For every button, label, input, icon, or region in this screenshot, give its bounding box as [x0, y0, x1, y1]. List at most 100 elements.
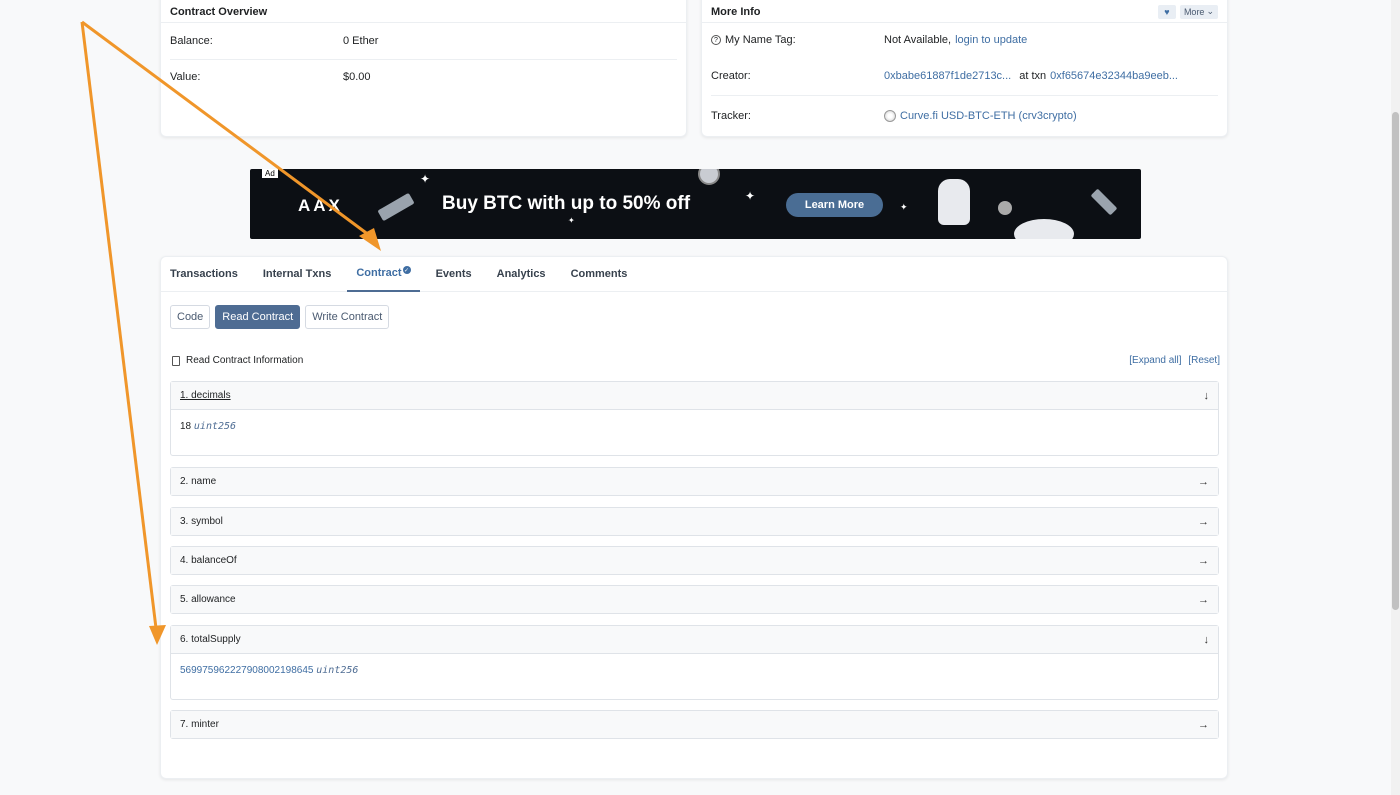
star-icon: ✦ — [745, 189, 756, 203]
tab-analytics[interactable]: Analytics — [497, 268, 546, 280]
result-value: 18 — [180, 421, 192, 432]
annotation-arrow-line — [80, 21, 158, 629]
read-contract-title-wrap: Read Contract Information — [172, 355, 303, 366]
accordion-header[interactable]: 6. totalSupply ↓ — [171, 626, 1218, 653]
accordion-header[interactable]: 2. name → — [171, 468, 1218, 495]
balance-row: Balance: 0 Ether — [161, 23, 686, 59]
value-row: Value: $0.00 — [161, 60, 686, 94]
reset-link[interactable]: [Reset] — [1188, 355, 1220, 366]
creator-label: Creator: — [711, 70, 751, 82]
read-item-balanceof: 4. balanceOf → — [170, 546, 1219, 575]
planet-icon — [1014, 219, 1074, 239]
scrollbar-thumb[interactable] — [1392, 112, 1399, 610]
star-icon: ✦ — [900, 202, 908, 212]
more-info-title: More Info — [711, 5, 761, 18]
result-type: uint256 — [316, 665, 359, 676]
accordion-label: 3. symbol — [180, 516, 223, 527]
accordion-header[interactable]: 3. symbol → — [171, 508, 1218, 535]
accordion-header[interactable]: 5. allowance → — [171, 586, 1218, 613]
tracker-row: Tracker: Curve.fi USD-BTC-ETH (crv3crypt… — [702, 96, 1227, 136]
tracker-link[interactable]: Curve.fi USD-BTC-ETH (crv3crypto) — [900, 110, 1077, 122]
ad-badge: Ad — [262, 169, 278, 178]
name-tag-row: ? My Name Tag: Not Available, login to u… — [702, 23, 1227, 57]
accordion-label: 6. totalSupply — [180, 634, 241, 645]
creator-address-link[interactable]: 0xbabe61887f1de2713c... — [884, 70, 1011, 82]
creator-at-label: at txn — [1019, 70, 1047, 82]
accordion-header[interactable]: 1. decimals ↓ — [171, 382, 1218, 409]
name-tag-label: My Name Tag: — [725, 34, 796, 46]
moon-icon — [998, 201, 1012, 215]
contract-overview-card: Contract Overview Balance: 0 Ether Value… — [160, 0, 687, 137]
star-icon: ✦ — [420, 172, 431, 186]
chevron-down-icon: ⌄ — [1206, 6, 1214, 16]
accordion-body: 569975962227908002198645 uint256 — [171, 653, 1218, 687]
read-contract-header: Read Contract Information [Expand all] [… — [172, 355, 1220, 366]
subtab-code[interactable]: Code — [170, 305, 211, 329]
ad-headline: Buy BTC with up to 50% off — [442, 193, 691, 214]
accordion-body: 18 uint256 — [171, 409, 1218, 443]
document-icon — [172, 355, 180, 366]
arrow-right-icon: → — [1198, 554, 1209, 567]
arrow-right-icon: → — [1198, 593, 1209, 606]
tab-comments[interactable]: Comments — [571, 268, 628, 280]
read-item-allowance: 5. allowance → — [170, 585, 1219, 614]
accordion-header[interactable]: 7. minter → — [171, 711, 1218, 738]
more-info-card: More Info ♥ More ⌄ ? My Name Tag: Not Av… — [701, 0, 1228, 137]
ad-learn-more-button[interactable]: Learn More — [786, 193, 883, 217]
subtab-write-contract[interactable]: Write Contract — [305, 305, 390, 329]
more-dropdown-button[interactable]: More ⌄ — [1179, 4, 1218, 19]
creator-row: Creator: 0xbabe61887f1de2713c... at txn … — [702, 57, 1227, 95]
tab-contract-label: Contract — [356, 267, 402, 279]
subtab-read-contract[interactable]: Read Contract — [215, 305, 301, 329]
tab-contract[interactable]: Contract ✓ — [347, 257, 420, 292]
name-tag-label-wrap: ? My Name Tag: — [711, 34, 884, 46]
more-label: More — [1183, 6, 1205, 17]
more-info-header: More Info ♥ More ⌄ — [702, 0, 1227, 23]
satellite-icon — [377, 192, 415, 222]
page-scrollbar[interactable] — [1391, 0, 1400, 795]
coin-icon — [698, 169, 720, 185]
read-item-minter: 7. minter → — [170, 710, 1219, 739]
accordion-label: 5. allowance — [180, 594, 236, 605]
accordion-label: 2. name — [180, 476, 217, 487]
arrow-right-icon: → — [1198, 475, 1209, 488]
tracker-label: Tracker: — [711, 110, 751, 122]
value-value: $0.00 — [343, 71, 371, 83]
read-item-symbol: 3. symbol → — [170, 507, 1219, 536]
read-contract-title: Read Contract Information — [186, 355, 304, 366]
read-item-name: 2. name → — [170, 467, 1219, 496]
login-link[interactable]: login to update — [955, 34, 1027, 46]
accordion-label: 7. minter — [180, 719, 219, 730]
tab-transactions[interactable]: Transactions — [170, 268, 238, 280]
tab-events[interactable]: Events — [436, 268, 472, 280]
creator-txn-link[interactable]: 0xf65674e32344ba9eeb... — [1050, 70, 1178, 82]
arrow-right-icon: → — [1198, 718, 1209, 731]
ad-banner[interactable]: Ad AAX ✦ ✦ ✦ ✦ Buy BTC with up to 50% of… — [250, 169, 1141, 239]
read-item-totalsupply: 6. totalSupply ↓ 56997596222790800219864… — [170, 625, 1219, 700]
verified-check-icon: ✓ — [402, 266, 411, 274]
balance-value: 0 Ether — [343, 35, 379, 47]
arrow-down-icon: ↓ — [1203, 389, 1210, 402]
accordion-label: 1. decimals — [180, 390, 231, 401]
result-type: uint256 — [193, 421, 237, 432]
balance-label: Balance: — [170, 35, 213, 47]
arrow-right-icon: → — [1198, 515, 1209, 528]
tab-bar: Transactions Internal Txns Contract ✓ Ev… — [161, 257, 1227, 292]
heart-icon[interactable]: ♥ — [1157, 4, 1176, 19]
question-circle-icon: ? — [711, 35, 721, 45]
accordion-label: 4. balanceOf — [180, 555, 237, 566]
rocket-icon — [1090, 188, 1118, 216]
astronaut-icon — [938, 179, 970, 225]
contract-overview-title: Contract Overview — [161, 0, 686, 23]
tab-internal-txns[interactable]: Internal Txns — [263, 268, 331, 280]
read-item-decimals: 1. decimals ↓ 18 uint256 — [170, 381, 1219, 456]
name-tag-value: Not Available, — [884, 34, 952, 46]
result-value: 569975962227908002198645 — [180, 665, 314, 676]
expand-all-link[interactable]: [Expand all] — [1129, 355, 1181, 366]
subtab-bar: Code Read Contract Write Contract — [170, 305, 390, 329]
star-icon: ✦ — [568, 216, 575, 225]
token-logo-icon — [884, 110, 896, 122]
ad-brand-logo: AAX — [298, 196, 343, 215]
accordion-header[interactable]: 4. balanceOf → — [171, 547, 1218, 574]
arrow-down-icon: ↓ — [1203, 633, 1210, 646]
